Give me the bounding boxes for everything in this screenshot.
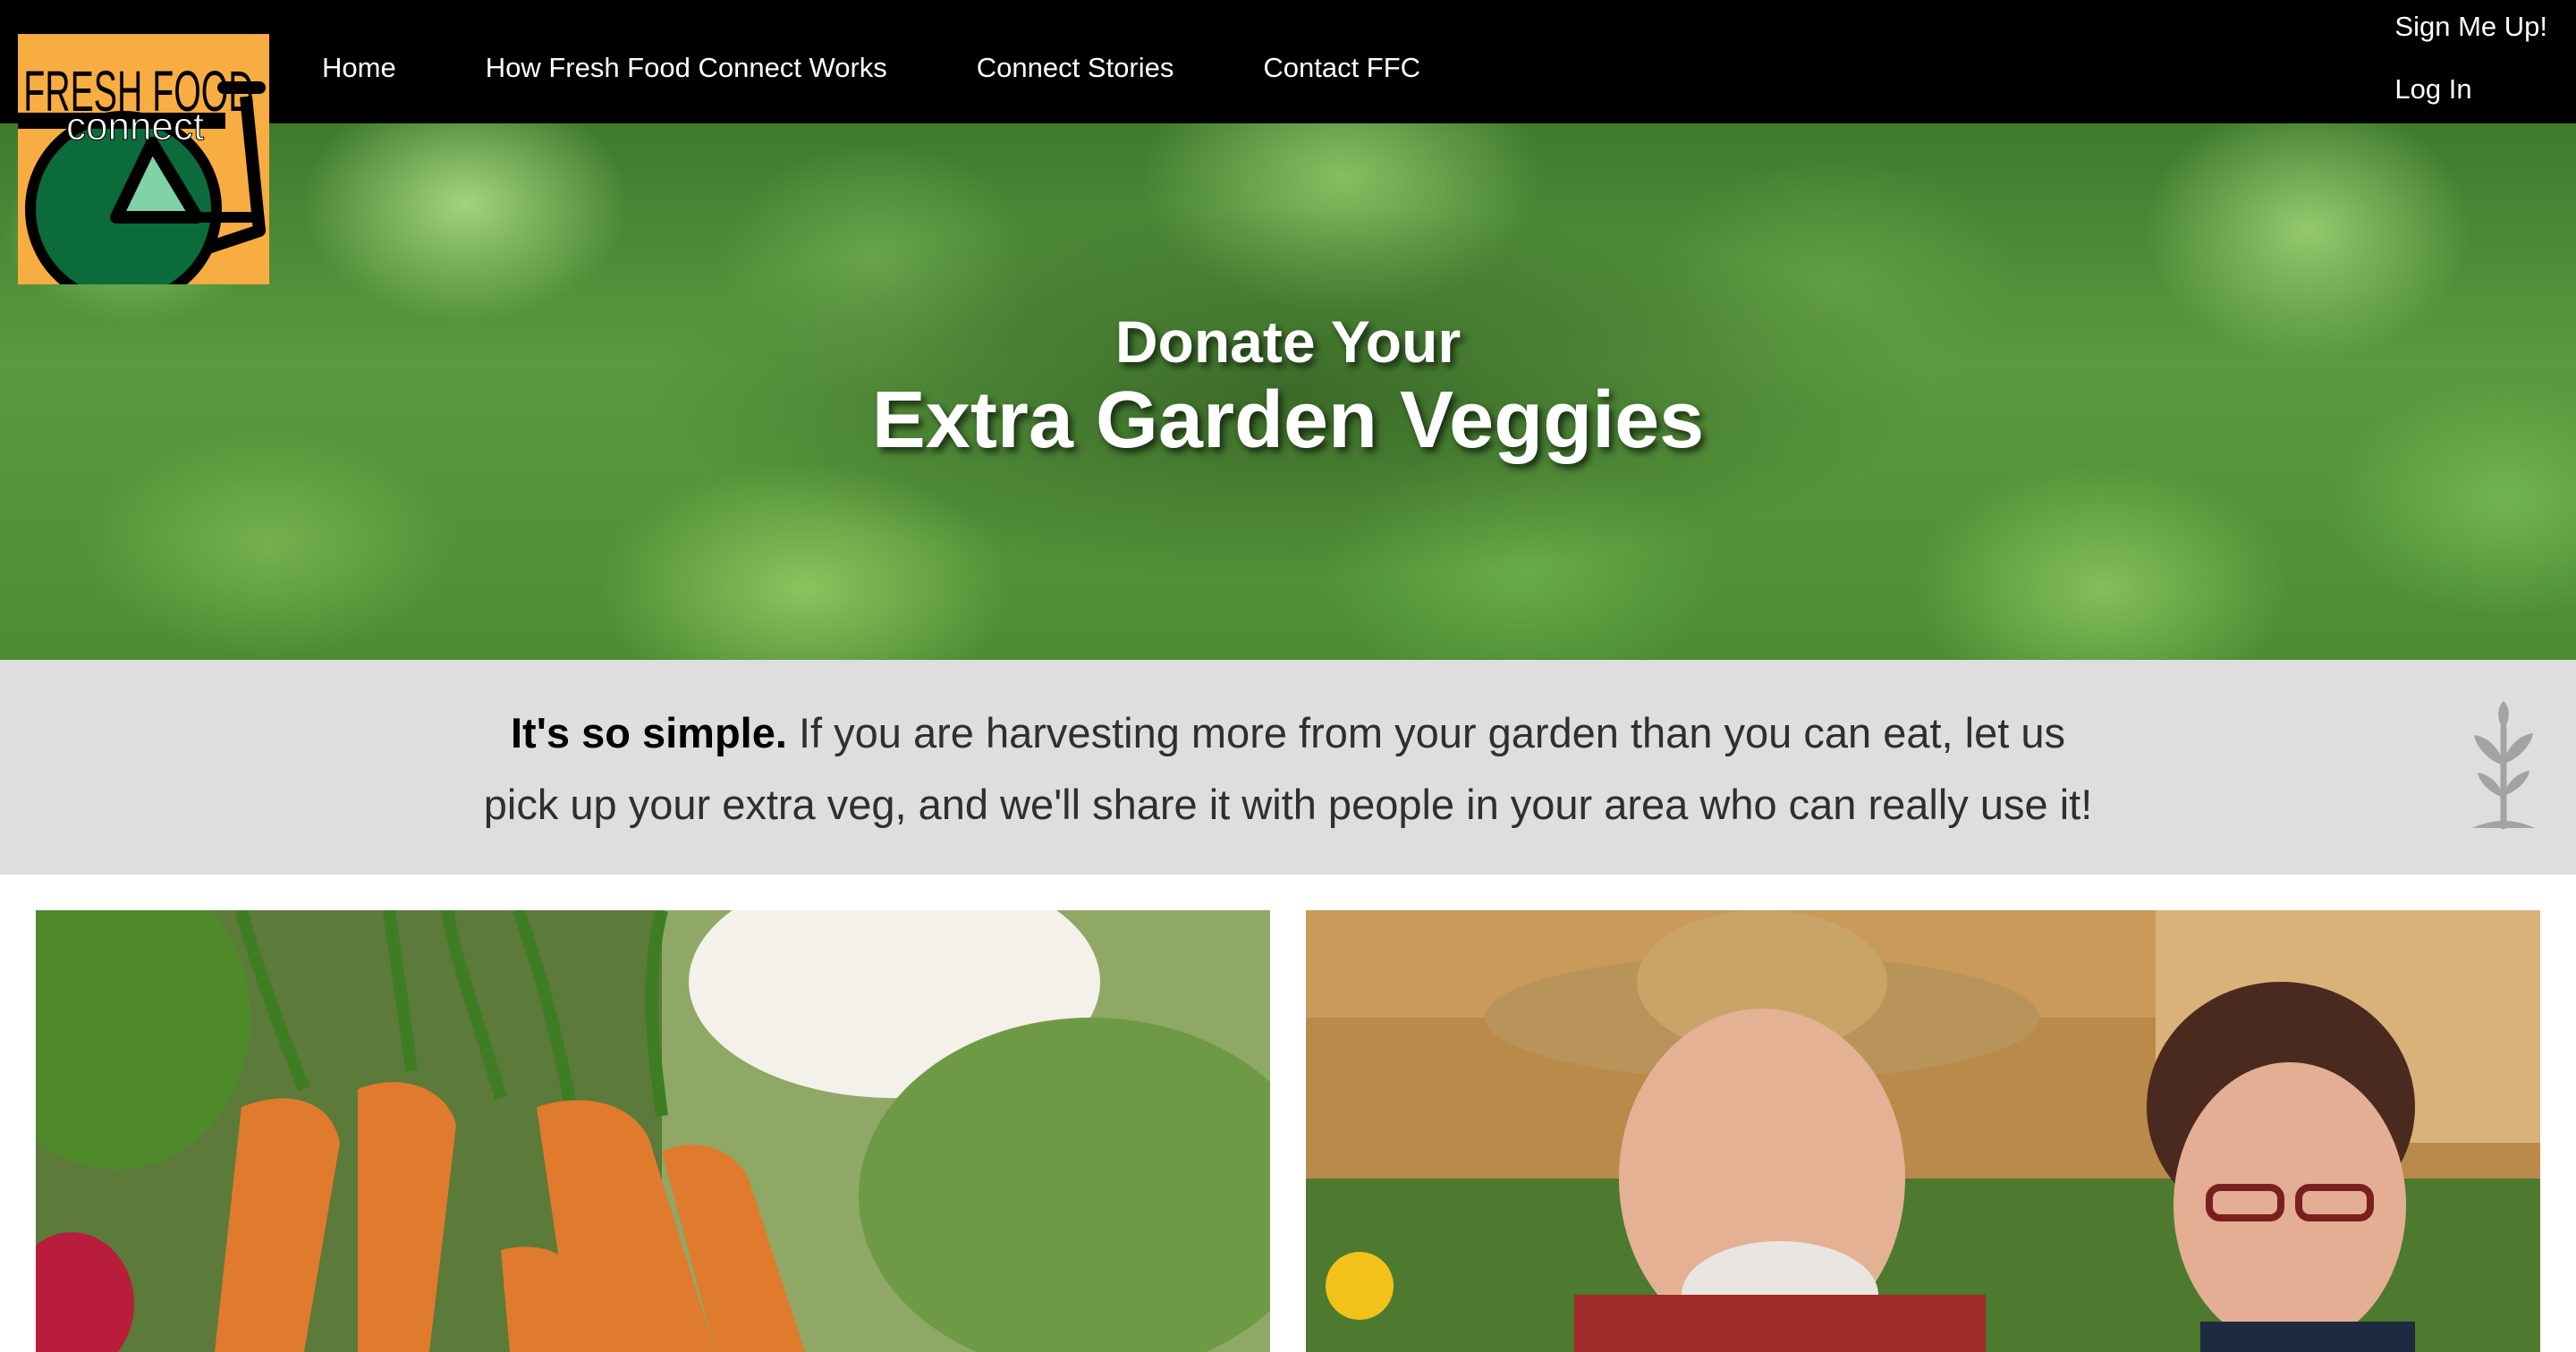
intro-lead: It's so simple. bbox=[510, 709, 787, 756]
gardeners-photo bbox=[1306, 910, 2540, 1352]
intro-line2: pick up your extra veg, and we'll share … bbox=[483, 781, 2093, 828]
intro-section: It's so simple. If you are harvesting mo… bbox=[0, 660, 2576, 875]
sprout-icon bbox=[2472, 701, 2535, 830]
nav-home-link[interactable]: Home bbox=[322, 52, 396, 84]
gardeners-image bbox=[1306, 910, 2540, 1352]
sign-up-link[interactable]: Sign Me Up! bbox=[2394, 11, 2547, 43]
carrots-image bbox=[36, 910, 1270, 1352]
account-links: Sign Me Up! Log In bbox=[2394, 11, 2547, 106]
nav-connect-stories-link[interactable]: Connect Stories bbox=[977, 52, 1174, 84]
logo-graphic: FRESH FOOD connect bbox=[18, 34, 269, 284]
log-in-link[interactable]: Log In bbox=[2394, 73, 2471, 106]
nav-how-it-works-link[interactable]: How Fresh Food Connect Works bbox=[486, 52, 887, 84]
fresh-food-connect-logo[interactable]: FRESH FOOD connect bbox=[18, 34, 269, 284]
vegetables-photo bbox=[36, 910, 1270, 1352]
hero-title-line2: Extra Garden Veggies bbox=[871, 376, 1705, 465]
intro-text: It's so simple. If you are harvesting mo… bbox=[447, 697, 2129, 841]
main-navigation: Home How Fresh Food Connect Works Connec… bbox=[322, 46, 1420, 89]
intro-line1: It's so simple. If you are harvesting mo… bbox=[447, 697, 2129, 769]
intro-line1-text: If you are harvesting more from your gar… bbox=[786, 709, 2065, 756]
nav-contact-link[interactable]: Contact FFC bbox=[1263, 52, 1420, 84]
top-navigation-bar: Home How Fresh Food Connect Works Connec… bbox=[0, 0, 2576, 123]
hero-banner: Donate Your Extra Garden Veggies bbox=[0, 123, 2576, 660]
svg-text:connect: connect bbox=[66, 105, 204, 148]
hero-title-line1: Donate Your bbox=[1114, 308, 1462, 375]
